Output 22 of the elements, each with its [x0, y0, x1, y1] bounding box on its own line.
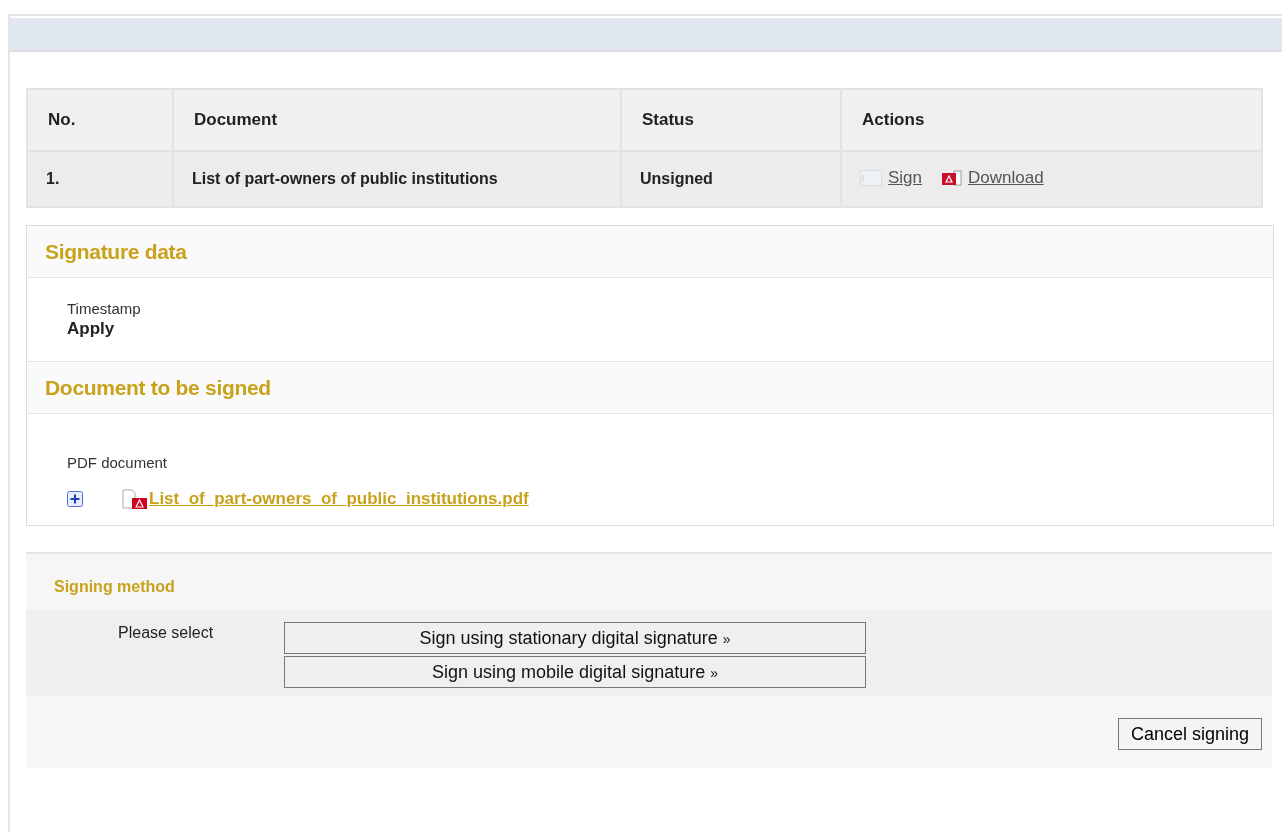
expand-icon[interactable] — [67, 491, 83, 507]
pdf-file-icon — [121, 489, 147, 509]
form-icon — [860, 170, 882, 186]
action-link[interactable]: Sign — [888, 168, 923, 188]
action-link[interactable]: Download — [968, 168, 1044, 188]
prompt-label: Please select — [118, 623, 215, 643]
section-heading: Document to be signed — [27, 362, 1273, 414]
column-header: Document — [173, 89, 621, 151]
column-header: Actions — [841, 89, 1262, 151]
sign-option-button[interactable]: Sign using stationary digital signature » — [284, 622, 866, 654]
column-header: No. — [27, 89, 173, 151]
section-heading: Signature data — [27, 226, 1273, 278]
field-value: Apply — [67, 319, 116, 339]
sign-option-button[interactable]: Sign using mobile digital signature » — [284, 656, 866, 688]
field-label: Timestamp — [67, 300, 142, 317]
table-cell: Unsigned — [621, 151, 841, 207]
field-label: PDF document — [67, 454, 169, 471]
cancel-button[interactable]: Cancel signing — [1117, 718, 1262, 750]
table-cell: 1. — [27, 151, 173, 207]
pdf-icon — [942, 170, 963, 186]
table-cell: List of part-owners of public institutions — [173, 151, 621, 207]
section-heading: Signing method — [53, 577, 176, 597]
